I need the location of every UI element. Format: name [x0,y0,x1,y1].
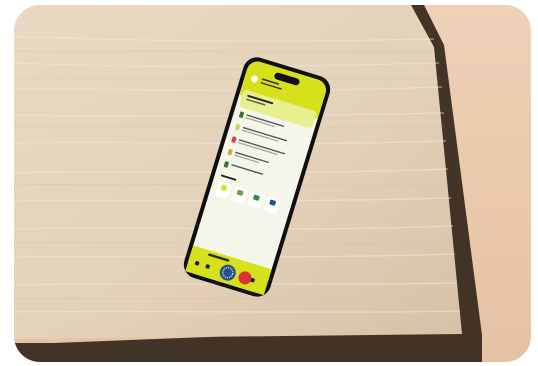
photo-frame [14,5,531,362]
phone [183,57,331,297]
